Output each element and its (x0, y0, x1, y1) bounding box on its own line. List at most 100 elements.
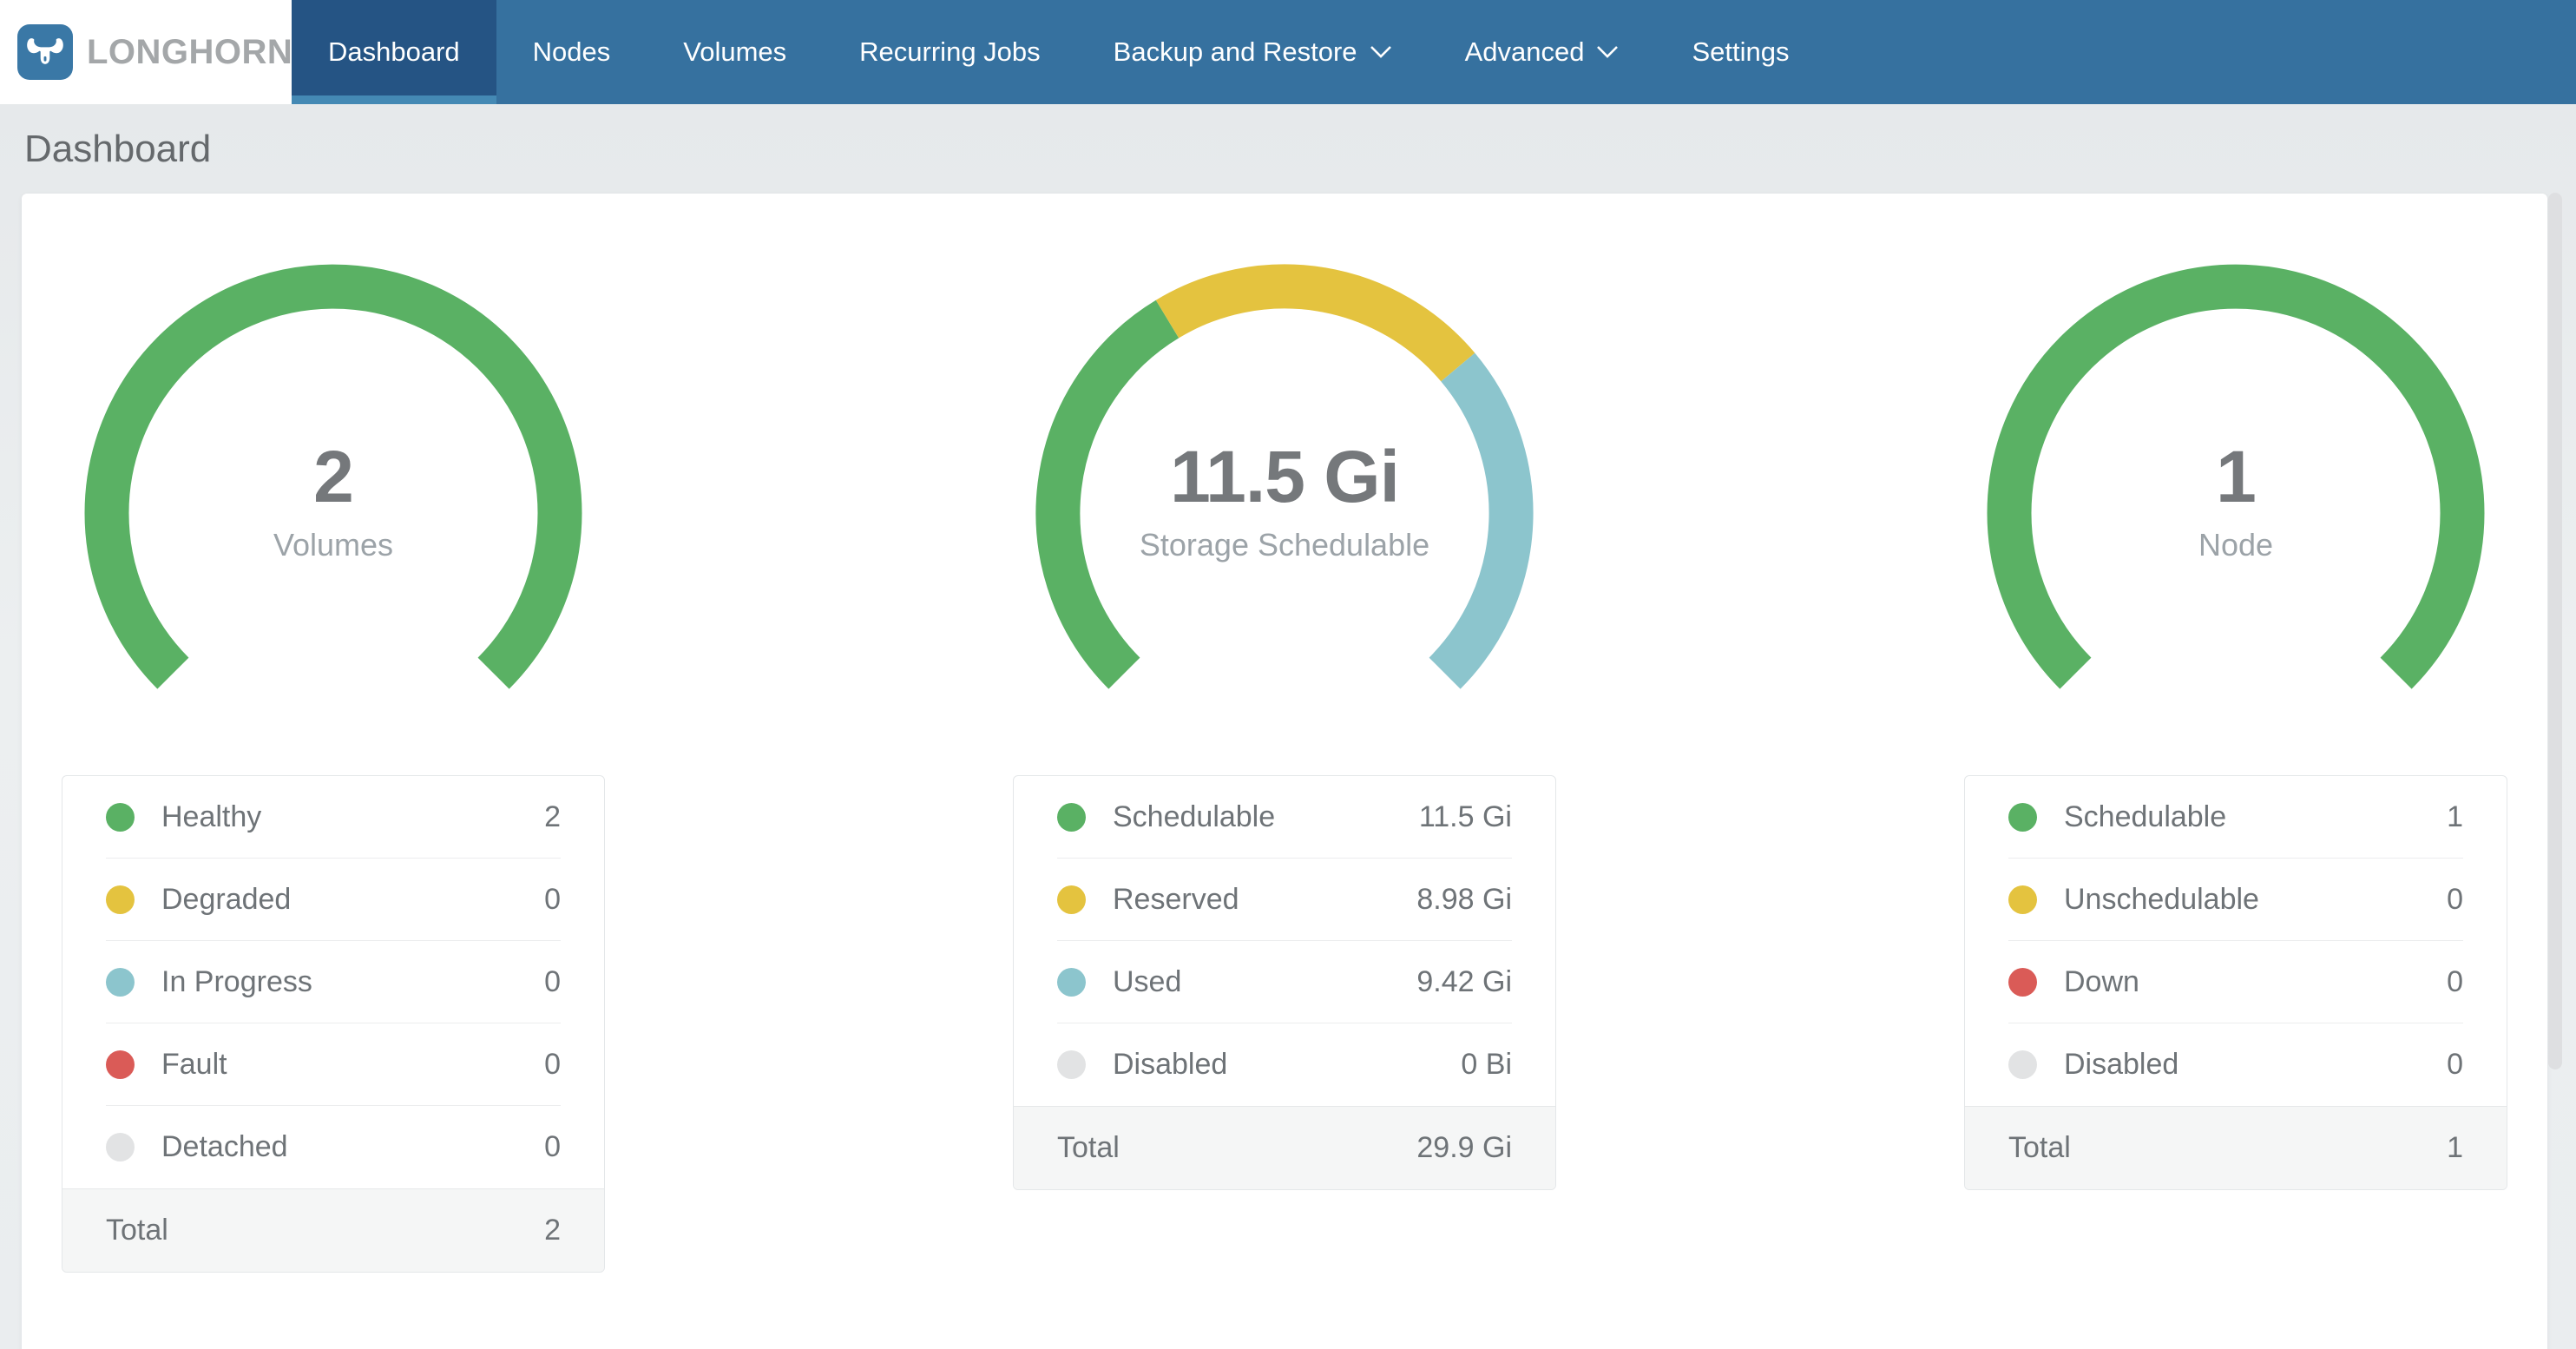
dashboard-card: 2 Volumes Healthy2Degraded0In Progress0F… (22, 194, 2547, 1349)
legend-row-schedulable: Schedulable11.5 Gi (1014, 776, 1555, 859)
gauge-segment-reserved (1167, 286, 1458, 367)
storage-unit: 11.5 Gi Storage Schedulable Schedulable1… (1013, 194, 1556, 1349)
total-value: 2 (544, 1214, 561, 1247)
nav-item-settings[interactable]: Settings (1655, 0, 1825, 104)
chevron-down-icon (1370, 45, 1392, 59)
legend-row-healthy: Healthy2 (62, 776, 604, 859)
nav-item-volumes[interactable]: Volumes (647, 0, 823, 104)
nav-item-dashboard[interactable]: Dashboard (292, 0, 496, 104)
legend-row-disabled: Disabled0 Bi (1014, 1023, 1555, 1106)
navbar: LONGHORN Dashboard Nodes Volumes Recurring … (0, 0, 2576, 104)
legend-row-down: Down0 (1965, 941, 2507, 1023)
legend-label: Reserved (1113, 883, 1416, 917)
legend-color-dot (1057, 885, 1086, 914)
legend-row-disabled: Disabled0 (1965, 1023, 2507, 1106)
legend-value: 8.98 Gi (1416, 883, 1512, 917)
legend-label: Detached (161, 1130, 544, 1164)
total-label: Total (2008, 1131, 2447, 1165)
brand[interactable]: LONGHORN (0, 0, 292, 104)
legend-label: Degraded (161, 883, 544, 917)
storage-gauge-value: 11.5 Gi (1013, 437, 1556, 517)
nav-item-label: Backup and Restore (1114, 36, 1357, 68)
legend-label: Fault (161, 1048, 544, 1082)
nav-item-advanced[interactable]: Advanced (1429, 0, 1656, 104)
nav-item-label: Recurring Jobs (859, 36, 1040, 68)
nav-item-label: Dashboard (328, 36, 460, 68)
page-title: Dashboard (0, 104, 2576, 170)
node-legend-table: Schedulable1Unschedulable0Down0Disabled0… (1964, 775, 2507, 1190)
nav-item-label: Nodes (533, 36, 611, 68)
storage-gauge: 11.5 Gi Storage Schedulable (1013, 194, 1556, 775)
legend-label: Used (1113, 965, 1416, 999)
total-value: 29.9 Gi (1416, 1131, 1512, 1165)
legend-total-row: Total2 (62, 1188, 604, 1272)
node-gauge: 1 Node (1964, 194, 2507, 775)
legend-color-dot (106, 1050, 135, 1079)
legend-label: Unschedulable (2064, 883, 2447, 917)
legend-color-dot (2008, 968, 2037, 997)
legend-value: 0 (2447, 1048, 2463, 1082)
storage-gauge-label: Storage Schedulable (1013, 527, 1556, 563)
brand-name: LONGHORN (87, 33, 292, 72)
legend-total-row: Total29.9 Gi (1014, 1106, 1555, 1189)
legend-value: 1 (2447, 800, 2463, 834)
nav-item-recurring-jobs[interactable]: Recurring Jobs (823, 0, 1076, 104)
total-label: Total (1057, 1131, 1416, 1165)
nav-item-backup-and-restore[interactable]: Backup and Restore (1077, 0, 1429, 104)
node-gauge-label: Node (1964, 527, 2507, 563)
node-unit: 1 Node Schedulable1Unschedulable0Down0Di… (1964, 194, 2507, 1349)
dashboard-page: Dashboard 2 Volumes Healthy2Degraded0In … (0, 104, 2576, 1349)
legend-color-dot (2008, 1050, 2037, 1079)
legend-label: In Progress (161, 965, 544, 999)
legend-color-dot (1057, 968, 1086, 997)
node-gauge-center: 1 Node (1964, 437, 2507, 563)
legend-value: 0 (2447, 883, 2463, 917)
legend-value: 0 (544, 1048, 561, 1082)
legend-row-unschedulable: Unschedulable0 (1965, 859, 2507, 941)
vertical-scrollbar-thumb[interactable] (2548, 193, 2562, 1069)
legend-color-dot (2008, 885, 2037, 914)
legend-value: 11.5 Gi (1419, 800, 1512, 834)
legend-label: Healthy (161, 800, 544, 834)
storage-gauge-center: 11.5 Gi Storage Schedulable (1013, 437, 1556, 563)
total-value: 1 (2447, 1131, 2463, 1165)
volumes-gauge-value: 2 (62, 437, 605, 517)
legend-row-in-progress: In Progress0 (62, 941, 604, 1023)
volumes-gauge-center: 2 Volumes (62, 437, 605, 563)
legend-row-reserved: Reserved8.98 Gi (1014, 859, 1555, 941)
legend-total-row: Total1 (1965, 1106, 2507, 1189)
volumes-gauge: 2 Volumes (62, 194, 605, 775)
chevron-down-icon (1596, 45, 1619, 59)
volumes-gauge-label: Volumes (62, 527, 605, 563)
storage-legend-table: Schedulable11.5 GiReserved8.98 GiUsed9.4… (1013, 775, 1556, 1190)
nav-menu: Dashboard Nodes Volumes Recurring Jobs Backu… (292, 0, 1825, 104)
legend-row-used: Used9.42 Gi (1014, 941, 1555, 1023)
legend-color-dot (1057, 803, 1086, 832)
node-gauge-value: 1 (1964, 437, 2507, 517)
longhorn-logo-icon (17, 24, 73, 80)
legend-value: 0 (544, 883, 561, 917)
legend-label: Schedulable (1113, 800, 1419, 834)
total-label: Total (106, 1214, 544, 1247)
nav-item-label: Advanced (1465, 36, 1585, 68)
legend-color-dot (106, 1133, 135, 1161)
legend-color-dot (1057, 1050, 1086, 1079)
legend-color-dot (106, 885, 135, 914)
legend-label: Schedulable (2064, 800, 2447, 834)
legend-label: Down (2064, 965, 2447, 999)
legend-value: 0 (2447, 965, 2463, 999)
nav-item-nodes[interactable]: Nodes (496, 0, 647, 104)
legend-value: 0 (544, 965, 561, 999)
legend-value: 0 (544, 1130, 561, 1164)
volumes-unit: 2 Volumes Healthy2Degraded0In Progress0F… (62, 194, 605, 1349)
legend-color-dot (106, 803, 135, 832)
legend-row-degraded: Degraded0 (62, 859, 604, 941)
nav-item-label: Volumes (683, 36, 786, 68)
legend-value: 2 (544, 800, 561, 834)
volumes-legend-table: Healthy2Degraded0In Progress0Fault0Detac… (62, 775, 605, 1273)
legend-row-detached: Detached0 (62, 1106, 604, 1188)
nav-item-label: Settings (1692, 36, 1789, 68)
legend-row-fault: Fault0 (62, 1023, 604, 1106)
legend-label: Disabled (2064, 1048, 2447, 1082)
legend-row-schedulable: Schedulable1 (1965, 776, 2507, 859)
